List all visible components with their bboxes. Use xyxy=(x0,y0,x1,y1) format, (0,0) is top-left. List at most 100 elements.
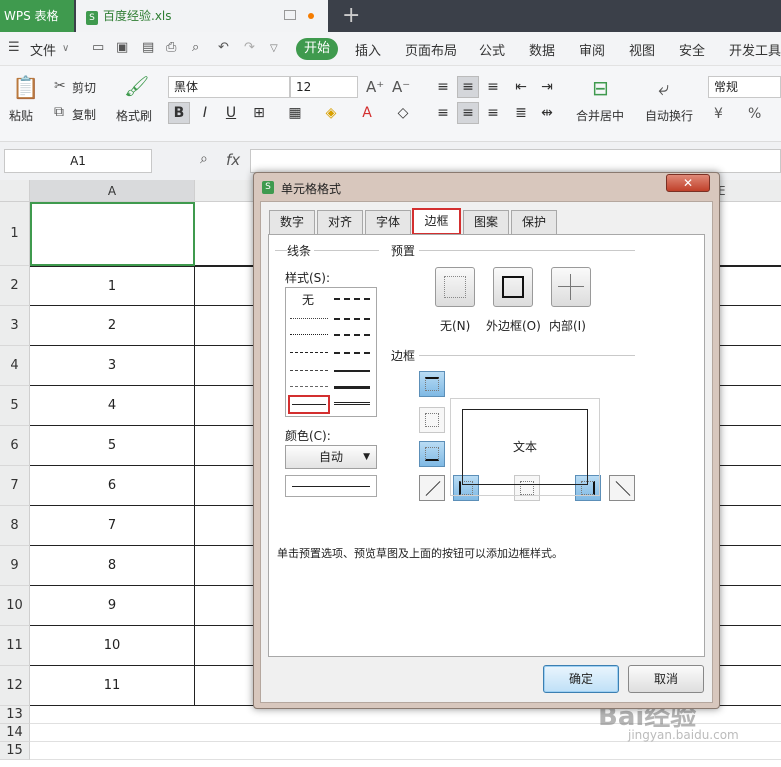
merge-center-button[interactable]: 合并居中 xyxy=(576,107,624,124)
row-header[interactable]: 9 xyxy=(0,546,30,586)
monitor-icon[interactable] xyxy=(284,10,296,20)
zoom-icon[interactable]: ⌕ xyxy=(200,151,208,167)
percent-icon[interactable]: % xyxy=(748,106,761,122)
table-cell[interactable]: 10 xyxy=(30,626,195,666)
menu-file[interactable]: 文件 xyxy=(30,40,56,59)
line-color-select[interactable]: 自动 ▼ xyxy=(285,445,377,469)
table-cell[interactable]: 8 xyxy=(30,546,195,586)
tab-pattern[interactable]: 图案 xyxy=(463,210,509,234)
menu-review[interactable]: 审阅 xyxy=(579,40,605,59)
line-style-list[interactable]: 无 xyxy=(285,287,377,417)
number-format-select[interactable]: 常规 xyxy=(708,76,781,98)
table-cell[interactable]: 1 xyxy=(30,266,195,306)
app-tab[interactable]: WPS 表格 xyxy=(0,0,74,32)
open-icon[interactable]: ▭ xyxy=(92,40,104,55)
menu-formula[interactable]: 公式 xyxy=(479,40,505,59)
align-bottom-icon[interactable]: ≡ xyxy=(482,76,504,98)
border-top-button[interactable] xyxy=(419,371,445,397)
distribute-icon[interactable]: ⇹ xyxy=(536,102,558,124)
select-all-corner[interactable] xyxy=(0,180,30,202)
row-header[interactable]: 3 xyxy=(0,306,30,346)
customize-icon[interactable]: ▽ xyxy=(270,43,278,54)
line-style-option[interactable] xyxy=(334,352,370,354)
currency-icon[interactable]: ¥ xyxy=(714,106,723,122)
column-header-a[interactable]: A xyxy=(30,180,195,202)
tab-number[interactable]: 数字 xyxy=(269,210,315,234)
border-diagonal-up-button[interactable] xyxy=(419,475,445,501)
line-style-none[interactable]: 无 xyxy=(302,291,314,308)
menu-security[interactable]: 安全 xyxy=(679,40,705,59)
justify-icon[interactable]: ≣ xyxy=(510,102,532,124)
menu-data[interactable]: 数据 xyxy=(529,40,555,59)
preset-outline-button[interactable] xyxy=(493,267,533,307)
row-header[interactable]: 12 xyxy=(0,666,30,706)
row-header[interactable]: 4 xyxy=(0,346,30,386)
tab-alignment[interactable]: 对齐 xyxy=(317,210,363,234)
row-header[interactable]: 5 xyxy=(0,386,30,426)
paste-button[interactable]: 粘贴 xyxy=(9,107,33,124)
italic-button[interactable]: I xyxy=(194,102,216,124)
tab-protection[interactable]: 保护 xyxy=(511,210,557,234)
table-cell[interactable]: 3 xyxy=(30,346,195,386)
border-bottom-button[interactable] xyxy=(419,441,445,467)
row-header[interactable]: 7 xyxy=(0,466,30,506)
font-color-icon[interactable]: A xyxy=(356,102,378,124)
line-style-option[interactable] xyxy=(290,370,328,371)
line-style-option[interactable] xyxy=(290,352,328,353)
align-left-icon[interactable]: ≡ xyxy=(432,102,454,124)
border-inner-horizontal-button[interactable] xyxy=(419,407,445,433)
row-header[interactable]: 2 xyxy=(0,266,30,306)
border-preview-area[interactable]: 文本 xyxy=(450,398,600,496)
pdf-icon[interactable]: ▤ xyxy=(142,40,154,55)
document-tab[interactable]: S 百度经验.xls xyxy=(76,0,328,32)
line-style-option[interactable] xyxy=(290,318,328,319)
line-style-option[interactable] xyxy=(334,386,370,389)
save-icon[interactable]: ▣ xyxy=(116,40,128,55)
align-top-icon[interactable]: ≡ xyxy=(432,76,454,98)
line-style-option[interactable] xyxy=(290,386,328,387)
menu-page-layout[interactable]: 页面布局 xyxy=(405,40,457,59)
align-center-icon[interactable]: ≡ xyxy=(457,102,479,124)
new-tab-button[interactable]: + xyxy=(342,3,360,28)
eraser-icon[interactable]: ◇ xyxy=(392,102,414,124)
underline-button[interactable]: U xyxy=(220,102,242,124)
borders-icon[interactable]: ⊞ xyxy=(248,102,270,124)
cell-row[interactable] xyxy=(30,742,781,760)
line-style-option[interactable] xyxy=(334,370,370,372)
row-header[interactable]: 11 xyxy=(0,626,30,666)
name-box[interactable]: A1 xyxy=(4,149,152,173)
line-style-option[interactable] xyxy=(334,402,370,405)
paste-icon[interactable]: 📋 xyxy=(12,76,39,101)
font-name-select[interactable]: 黑体 xyxy=(168,76,290,98)
menu-insert[interactable]: 插入 xyxy=(355,40,381,59)
decrease-font-icon[interactable]: A⁻ xyxy=(392,78,410,96)
cancel-button[interactable]: 取消 xyxy=(628,665,704,693)
row-header[interactable]: 8 xyxy=(0,506,30,546)
increase-font-icon[interactable]: A⁺ xyxy=(366,78,384,96)
menu-start[interactable]: 开始 xyxy=(296,38,338,60)
fx-button[interactable]: fx xyxy=(226,151,240,169)
border-diagonal-down-button[interactable] xyxy=(609,475,635,501)
preset-inside-button[interactable] xyxy=(551,267,591,307)
row-header[interactable]: 6 xyxy=(0,426,30,466)
preview-icon[interactable]: ⌕ xyxy=(192,40,199,55)
indent-increase-icon[interactable]: ⇥ xyxy=(536,76,558,98)
print-icon[interactable]: ⎙ xyxy=(166,40,176,55)
format-painter-button[interactable]: 格式刷 xyxy=(116,107,152,124)
menu-view[interactable]: 视图 xyxy=(629,40,655,59)
table-cell[interactable]: 9 xyxy=(30,586,195,626)
align-right-icon[interactable]: ≡ xyxy=(482,102,504,124)
bold-button[interactable]: B xyxy=(168,102,190,124)
row-header[interactable]: 13 xyxy=(0,706,30,724)
cut-button[interactable]: 剪切 xyxy=(72,79,96,96)
table-cell[interactable]: 7 xyxy=(30,506,195,546)
cell-style-icon[interactable]: ▦ xyxy=(284,102,306,124)
dialog-titlebar[interactable]: S 单元格格式 xyxy=(254,173,719,201)
fill-color-icon[interactable]: ◈ xyxy=(320,102,342,124)
tab-border[interactable]: 边框 xyxy=(412,208,461,235)
table-cell[interactable]: 6 xyxy=(30,466,195,506)
table-cell[interactable]: 4 xyxy=(30,386,195,426)
line-style-option[interactable] xyxy=(290,334,328,335)
copy-button[interactable]: 复制 xyxy=(72,106,96,123)
row-header[interactable]: 14 xyxy=(0,724,30,742)
